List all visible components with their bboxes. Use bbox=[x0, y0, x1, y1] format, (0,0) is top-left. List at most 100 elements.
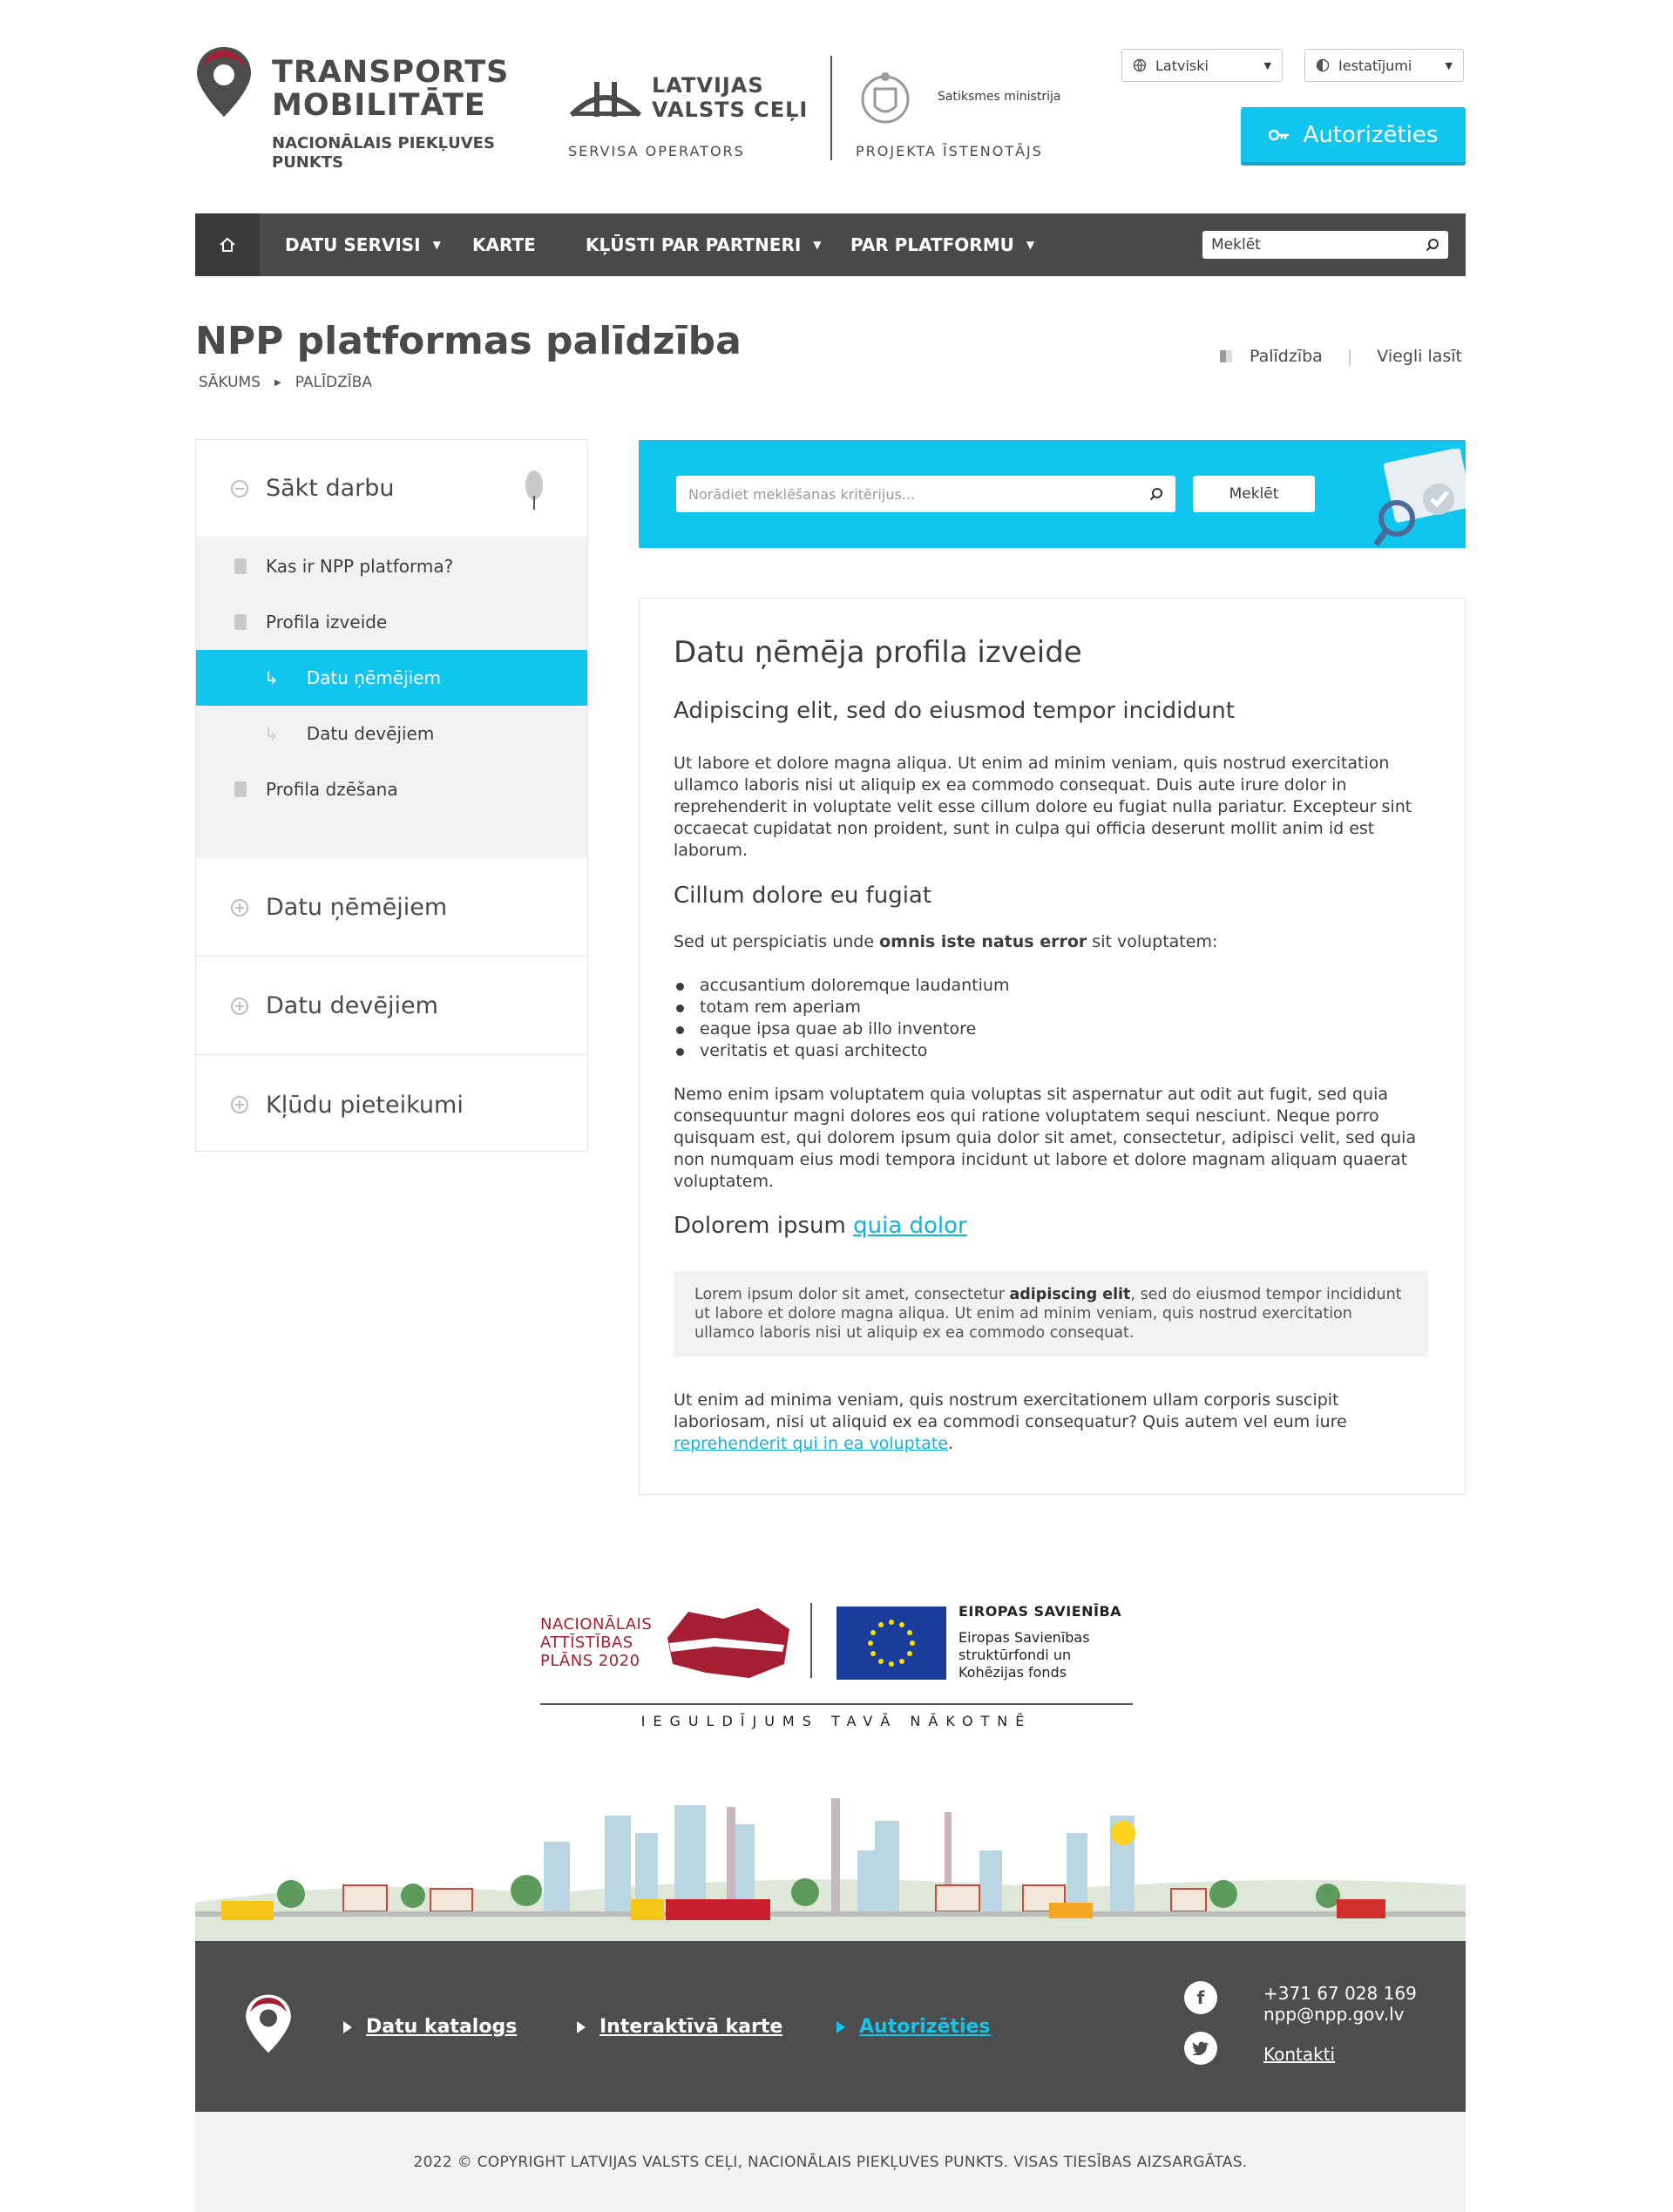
funding-divider bbox=[540, 1703, 1133, 1705]
help-icon bbox=[1220, 350, 1232, 362]
article-paragraph: Ut labore et dolore magna aliqua. Ut eni… bbox=[674, 754, 1412, 860]
triangle-right-icon bbox=[343, 2020, 352, 2033]
operator-name: LATVIJAS VALSTS CEĻI bbox=[652, 73, 809, 122]
footer-link-label: Interaktīvā karte bbox=[599, 2016, 783, 2038]
nav-item-become-partner[interactable]: KĻŪSTI PAR PARTNERI ▼ bbox=[586, 213, 822, 276]
expand-icon bbox=[231, 898, 248, 917]
triangle-right-icon bbox=[577, 2020, 586, 2033]
nav-item-data-services[interactable]: DATU SERVISI ▼ bbox=[285, 213, 441, 276]
footer-link-label: Autorizēties bbox=[859, 2016, 991, 2038]
sidebar-section-label: Sākt darbu bbox=[266, 475, 395, 502]
nav-search-input[interactable]: Meklēt bbox=[1202, 231, 1448, 259]
document-icon bbox=[234, 781, 247, 797]
eu-flag-logo bbox=[836, 1607, 946, 1680]
article-title: Datu ņēmēja profila izveide bbox=[674, 635, 1082, 670]
settings-select[interactable]: Iestatījumi ▼ bbox=[1304, 49, 1464, 82]
breadcrumb-home[interactable]: SĀKUMS bbox=[199, 374, 261, 391]
ministry-caption: PROJEKTA ĪSTENOTĀJS bbox=[856, 143, 1043, 159]
text-fragment: Sed ut perspiciatis unde bbox=[674, 932, 880, 951]
list-item: eaque ipsa quae ab illo inventore bbox=[674, 1018, 1009, 1040]
sidebar-subitems: Kas ir NPP platforma? Profila izveide ↳ … bbox=[196, 538, 587, 858]
latvia-map-logo bbox=[667, 1608, 789, 1678]
facebook-icon[interactable]: f bbox=[1184, 1981, 1217, 2014]
sidebar-item-profile-deletion[interactable]: Profila dzēšana bbox=[196, 761, 587, 817]
list-item: veritatis et quasi architecto bbox=[674, 1040, 1009, 1062]
sidebar-section-label: Datu ņēmējiem bbox=[266, 894, 448, 921]
triangle-right-icon bbox=[836, 2020, 845, 2033]
nav-item-label: KĻŪSTI PAR PARTNERI bbox=[586, 234, 802, 255]
bold-text: adipiscing elit bbox=[1009, 1286, 1131, 1303]
contrast-icon bbox=[1316, 58, 1330, 72]
sidebar-section-label: Kļūdu pieteikumi bbox=[266, 1091, 464, 1119]
list-item: accusantium doloremque laudantium bbox=[674, 975, 1009, 997]
search-icon[interactable] bbox=[1426, 238, 1439, 252]
login-button[interactable]: Autorizēties bbox=[1241, 107, 1466, 166]
nav-item-label: PAR PLATFORMU bbox=[850, 234, 1014, 255]
search-icon bbox=[1149, 488, 1162, 501]
brand-pin-logo bbox=[197, 47, 251, 117]
header-divider bbox=[830, 56, 832, 160]
sidebar-section-data-providers[interactable]: Datu devējiem bbox=[196, 957, 587, 1055]
eu-title: EIROPAS SAVIENĪBA bbox=[958, 1603, 1122, 1620]
article-paragraph: Nemo enim ipsam voluptatem quia voluptas… bbox=[674, 1085, 1417, 1191]
sidebar-item-data-providers[interactable]: ↳ Datu devējiem bbox=[196, 706, 587, 761]
list-item: totam rem aperiam bbox=[674, 997, 1009, 1018]
funding-motto: IEGULDĪJUMS TAVĀ NĀKOTNĒ bbox=[640, 1713, 1033, 1729]
help-search-banner: Norādiet meklēšanas kritērijus... Meklēt bbox=[639, 440, 1466, 548]
brand-subtitle: NACIONĀLAIS PIEKĻUVES PUNKTS bbox=[272, 134, 495, 172]
article-quote: Lorem ipsum dolor sit amet, consectetur … bbox=[674, 1271, 1428, 1356]
main-navigation: DATU SERVISI ▼ KARTE KĻŪSTI PAR PARTNERI… bbox=[195, 213, 1466, 276]
easy-read-link[interactable]: Viegli lasīt bbox=[1377, 347, 1462, 366]
twitter-bird-icon bbox=[1192, 2041, 1209, 2055]
tree-icon bbox=[525, 470, 543, 510]
sidebar-section-getting-started[interactable]: Sākt darbu bbox=[196, 440, 587, 538]
subitem-arrow-icon: ↳ bbox=[264, 723, 279, 744]
twitter-icon[interactable] bbox=[1184, 2032, 1217, 2065]
home-button[interactable] bbox=[195, 213, 260, 276]
help-search-input[interactable]: Norādiet meklēšanas kritērijus... bbox=[676, 476, 1175, 512]
sidebar-item-label: Datu devējiem bbox=[306, 723, 435, 744]
city-skyline-illustration bbox=[195, 1798, 1466, 1941]
operator-caption: SERVISA OPERATORS bbox=[568, 143, 745, 159]
heading-link[interactable]: quia dolor bbox=[853, 1213, 967, 1239]
article-paragraph: Sed ut perspiciatis unde omnis iste natu… bbox=[674, 931, 1428, 953]
sidebar-item-label: Profila dzēšana bbox=[266, 779, 398, 800]
article-subheading: Cillum dolore eu fugiat bbox=[674, 883, 932, 909]
article-card: Datu ņēmēja profila izveide Adipiscing e… bbox=[639, 598, 1466, 1495]
globe-icon bbox=[1133, 58, 1147, 72]
search-illustration-icon bbox=[1373, 449, 1466, 547]
sidebar-section-data-recipients[interactable]: Datu ņēmējiem bbox=[196, 859, 587, 957]
sidebar-item-data-recipients[interactable]: ↳ Datu ņēmējiem bbox=[196, 650, 587, 706]
brand-title: TRANSPORTS MOBILITĀTE bbox=[272, 55, 510, 123]
page-title: NPP platformas palīdzība bbox=[195, 319, 742, 363]
chevron-down-icon: ▼ bbox=[1445, 59, 1453, 71]
footer-phone[interactable]: +371 67 028 169 bbox=[1263, 1983, 1417, 2004]
footer-link-label: Datu katalogs bbox=[366, 2016, 518, 2038]
sidebar-item-label: Kas ir NPP platforma? bbox=[266, 556, 454, 577]
nav-item-map[interactable]: KARTE bbox=[472, 213, 536, 276]
document-icon bbox=[234, 614, 247, 630]
text-fragment: sit voluptatem: bbox=[1087, 932, 1218, 951]
nav-search-placeholder: Meklēt bbox=[1211, 236, 1261, 254]
sidebar-item-profile-creation[interactable]: Profila izveide bbox=[196, 594, 587, 650]
footer-contacts-link[interactable]: Kontakti bbox=[1263, 2044, 1335, 2065]
help-link[interactable]: Palīdzība bbox=[1250, 347, 1323, 366]
sidebar-item-what-is-npp[interactable]: Kas ir NPP platforma? bbox=[196, 538, 587, 594]
copyright-bar: 2022 © COPYRIGHT LATVIJAS VALSTS CEĻI, N… bbox=[195, 2112, 1466, 2212]
lvc-bridge-logo bbox=[569, 82, 642, 118]
footer-link-data-catalog[interactable]: Datu katalogs bbox=[343, 2016, 517, 2038]
article-subheading: Dolorem ipsum quia dolor bbox=[674, 1213, 967, 1239]
text-fragment: . bbox=[947, 1434, 954, 1453]
footer-link-login[interactable]: Autorizēties bbox=[836, 2016, 991, 2038]
help-search-button[interactable]: Meklēt bbox=[1193, 476, 1315, 512]
text-fragment: Ut enim ad minima veniam, quis nostrum e… bbox=[674, 1390, 1347, 1431]
inline-link[interactable]: reprehenderit qui in ea voluptate bbox=[674, 1434, 948, 1453]
nav-item-about-platform[interactable]: PAR PLATFORMU ▼ bbox=[850, 213, 1034, 276]
sidebar-section-error-reports[interactable]: Kļūdu pieteikumi bbox=[196, 1056, 587, 1153]
footer-link-interactive-map[interactable]: Interaktīvā karte bbox=[577, 2016, 782, 2038]
breadcrumb-current: PALĪDZĪBA bbox=[295, 374, 373, 391]
footer: Datu katalogs Interaktīvā karte Autorizē… bbox=[195, 1941, 1466, 2112]
document-icon bbox=[234, 558, 247, 574]
language-select[interactable]: Latviski ▼ bbox=[1121, 49, 1283, 82]
footer-email[interactable]: npp@npp.gov.lv bbox=[1263, 2004, 1404, 2025]
